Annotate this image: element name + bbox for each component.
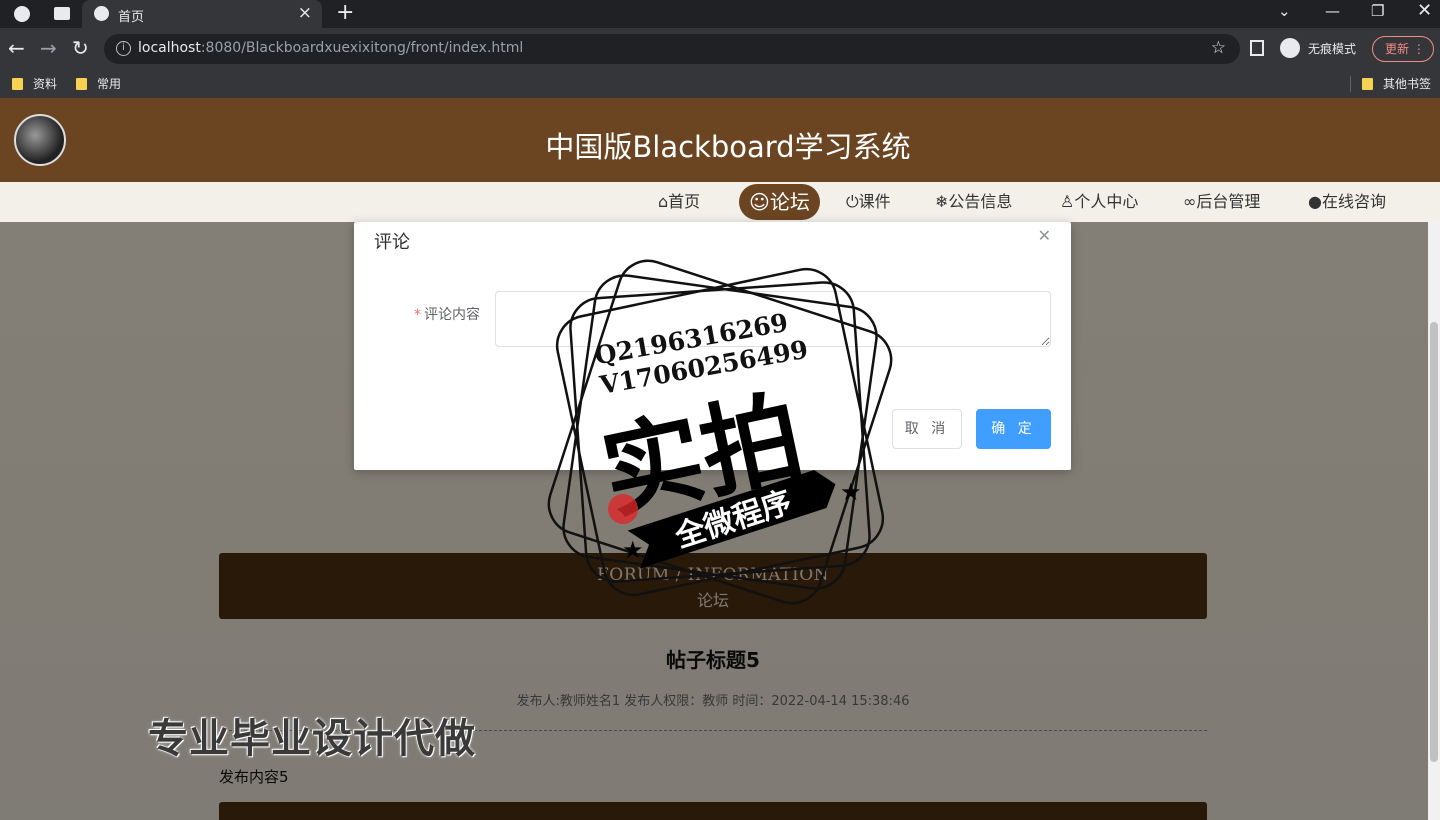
- new-tab-icon[interactable]: +: [336, 1, 354, 25]
- back-icon[interactable]: ←: [8, 36, 25, 60]
- bookmarks-bar: 资料 常用 其他书签: [0, 70, 1440, 98]
- update-button[interactable]: 更新 ⋮: [1372, 36, 1434, 62]
- forward-icon[interactable]: →: [40, 36, 57, 60]
- tab-title: 首页: [118, 10, 145, 25]
- favicon-globe-icon: [94, 6, 109, 21]
- chevron-down-icon[interactable]: ⌄: [1278, 2, 1291, 20]
- bookmark-label: 资料: [33, 77, 58, 91]
- nav-label: 后台管理: [1196, 192, 1261, 211]
- restore-icon[interactable]: ❐: [1371, 2, 1384, 20]
- power-icon: ⏻: [846, 192, 859, 211]
- bookmark-label: 常用: [97, 77, 122, 91]
- chat-icon: ●: [1308, 192, 1322, 211]
- nav-consult[interactable]: ●在线咨询: [1308, 190, 1386, 214]
- home-icon: ⌂: [658, 192, 669, 211]
- dialog-title: 评论: [374, 232, 410, 253]
- browser-tabbar: 首页 × + ⌄ — ❐ ✕: [0, 0, 1440, 28]
- nav-courseware[interactable]: ⏻课件: [846, 190, 891, 214]
- snowflake-icon: ❄: [935, 192, 949, 211]
- site-nav: ⌂首页 ☺论坛 ⏻课件 ❄公告信息 ♙个人中心 ∞后台管理 ●在线咨询: [0, 182, 1440, 222]
- folder-icon: [12, 78, 23, 90]
- nav-label: 在线咨询: [1321, 192, 1386, 211]
- browser-toolbar: ← → ↻ i localhost:8080/Blackboardxuexixi…: [0, 28, 1440, 70]
- nav-home[interactable]: ⌂首页: [658, 190, 700, 214]
- other-bookmarks-label: 其他书签: [1383, 77, 1432, 91]
- reload-icon[interactable]: ↻: [72, 36, 89, 60]
- tab-close-icon[interactable]: ×: [298, 3, 312, 23]
- confirm-button[interactable]: 确 定: [976, 409, 1051, 449]
- update-label: 更新: [1385, 42, 1410, 56]
- nav-admin[interactable]: ∞后台管理: [1183, 190, 1260, 214]
- user-icon: ♙: [1060, 192, 1075, 211]
- nav-forum[interactable]: ☺论坛: [739, 184, 820, 220]
- star-icon: ★: [840, 478, 862, 506]
- tab-search-icon[interactable]: [54, 7, 70, 20]
- nav-label: 课件: [858, 192, 891, 211]
- dialog-close-icon[interactable]: ✕: [1038, 226, 1051, 245]
- nav-label: 首页: [668, 192, 701, 211]
- side-panel-icon[interactable]: [1250, 40, 1264, 56]
- watermark-stamp: Q2196316269 V17060256499 实拍 全微程序 ★ ★: [547, 259, 893, 605]
- nav-announcements[interactable]: ❄公告信息: [935, 190, 1012, 214]
- bookmark-folder-1[interactable]: 资料: [12, 76, 57, 92]
- browser-tab[interactable]: 首页 ×: [82, 0, 322, 28]
- link-icon: ∞: [1183, 192, 1197, 211]
- bookmark-separator: [1350, 76, 1351, 92]
- mouse-cursor: [608, 494, 638, 524]
- info-icon[interactable]: i: [116, 41, 131, 56]
- site-title: 中国版Blackboard学习系统: [545, 130, 911, 164]
- address-bar[interactable]: i localhost:8080/Blackboardxuexixitong/f…: [104, 34, 1240, 64]
- incognito-label[interactable]: 无痕模式: [1308, 40, 1356, 57]
- other-bookmarks[interactable]: 其他书签: [1362, 76, 1431, 92]
- close-window-icon[interactable]: ✕: [1417, 0, 1432, 21]
- nav-label: 论坛: [769, 190, 810, 214]
- page-scrollbar[interactable]: [1428, 222, 1440, 820]
- url-text[interactable]: localhost:8080/Blackboardxuexixitong/fro…: [138, 40, 523, 56]
- comment-field-label-text: 评论内容: [424, 307, 480, 323]
- incognito-icon[interactable]: [1280, 38, 1300, 58]
- url-path: :8080/Blackboardxuexixitong/front/index.…: [200, 40, 524, 56]
- globe-icon[interactable]: [14, 6, 30, 22]
- bookmark-star-icon[interactable]: ☆: [1211, 38, 1226, 58]
- comment-field-label: * 评论内容: [414, 304, 480, 324]
- scrollbar-thumb[interactable]: [1430, 322, 1438, 762]
- star-icon: ★: [622, 536, 644, 564]
- minimize-icon[interactable]: —: [1325, 2, 1340, 20]
- bookmark-folder-2[interactable]: 常用: [76, 76, 121, 92]
- folder-icon: [76, 78, 87, 90]
- nav-profile[interactable]: ♙个人中心: [1060, 190, 1138, 214]
- nav-label: 公告信息: [948, 192, 1013, 211]
- site-header: 中国版Blackboard学习系统: [0, 98, 1440, 182]
- watermark-side-text: 专业毕业设计代做: [148, 716, 476, 762]
- nav-label: 个人中心: [1074, 192, 1139, 211]
- forum-icon: ☺: [749, 190, 770, 214]
- required-asterisk: *: [414, 307, 421, 323]
- folder-icon: [1362, 78, 1373, 90]
- url-host: localhost: [138, 40, 201, 56]
